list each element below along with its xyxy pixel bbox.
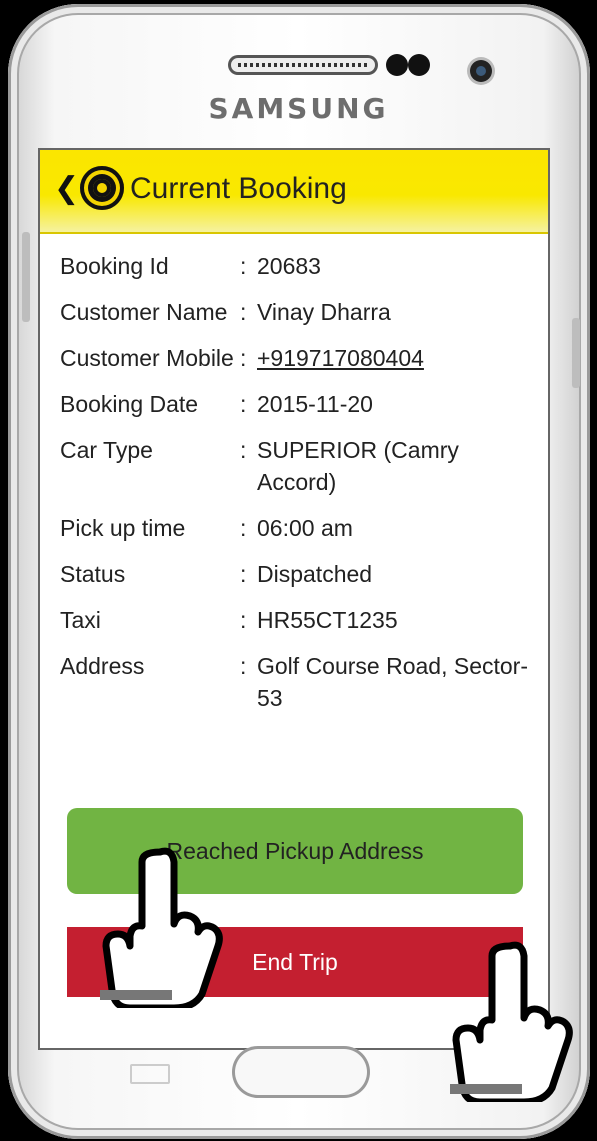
field-colon: : <box>240 653 247 679</box>
taxi-row: Taxi : HR55CT1235 <box>60 604 530 636</box>
car-type-row: Car Type : SUPERIOR (Camry Accord) <box>60 434 530 498</box>
booking-id-row: Booking Id : 20683 <box>60 250 530 282</box>
status-row: Status : Dispatched <box>60 558 530 590</box>
address-row: Address : Golf Course Road, Sector-53 <box>60 650 530 714</box>
booking-date-row: Booking Date : 2015-11-20 <box>60 388 530 420</box>
cab-logo-icon <box>80 166 124 210</box>
field-colon: : <box>240 391 247 417</box>
field-colon: : <box>240 345 247 371</box>
pointing-hand-icon <box>100 847 223 1008</box>
field-label: Car Type <box>60 437 153 463</box>
menu-key[interactable] <box>130 1064 170 1084</box>
field-colon: : <box>240 515 247 541</box>
field-value: HR55CT1235 <box>257 607 398 633</box>
earpiece-speaker <box>228 55 378 75</box>
field-label: Customer Name <box>60 299 228 325</box>
field-label: Customer Mobile <box>60 345 234 371</box>
field-colon: : <box>240 607 247 633</box>
customer-mobile-row: Customer Mobile : +919717080404 <box>60 342 530 374</box>
customer-name-row: Customer Name : Vinay Dharra <box>60 296 530 328</box>
field-value: 2015-11-20 <box>257 391 373 417</box>
customer-mobile-link[interactable]: +919717080404 <box>257 342 530 374</box>
brand-logo: SAMSUNG <box>208 92 389 125</box>
field-label: Address <box>60 653 145 679</box>
field-label: Booking Id <box>60 253 169 279</box>
pickup-time-row: Pick up time : 06:00 am <box>60 512 530 544</box>
proximity-sensor <box>386 54 408 76</box>
field-label: Taxi <box>60 607 101 633</box>
field-label: Status <box>60 561 126 587</box>
field-label: Booking Date <box>60 391 199 417</box>
booking-details: Booking Id : 20683 Customer Name : Vinay… <box>60 250 530 728</box>
field-label: Pick up time <box>60 515 186 541</box>
field-colon: : <box>240 437 247 463</box>
field-colon: : <box>240 253 247 279</box>
field-colon: : <box>240 561 247 587</box>
light-sensor <box>408 54 430 76</box>
power-button <box>572 318 580 388</box>
field-value: 06:00 am <box>257 515 353 541</box>
field-value: Vinay Dharra <box>257 299 391 325</box>
home-button[interactable] <box>232 1046 370 1098</box>
field-value: 20683 <box>257 253 321 279</box>
back-chevron-icon[interactable]: ❮ <box>54 174 79 204</box>
pointing-hand-icon <box>450 941 573 1102</box>
front-camera <box>470 60 492 82</box>
page-title: Current Booking <box>130 172 347 205</box>
status-value: Dispatched <box>257 561 373 587</box>
field-value: SUPERIOR (Camry Accord) <box>257 437 459 495</box>
app-bar: ❮ Current Booking <box>40 150 548 234</box>
volume-button <box>22 232 30 322</box>
field-colon: : <box>240 299 247 325</box>
field-value: Golf Course Road, Sector-53 <box>257 653 529 711</box>
